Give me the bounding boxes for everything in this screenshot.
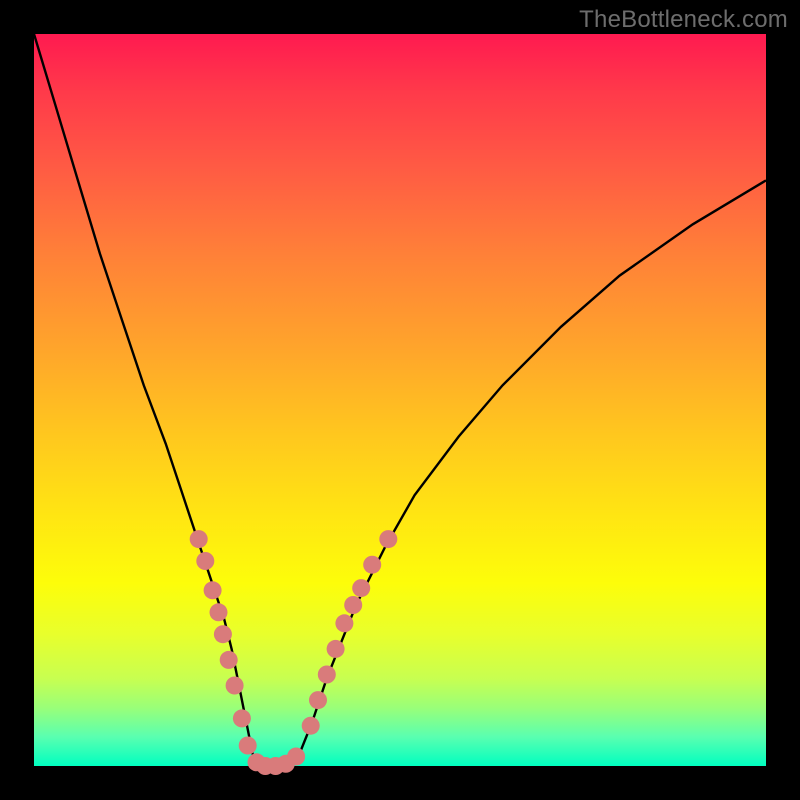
- marker-point: [210, 603, 228, 621]
- marker-point: [379, 530, 397, 548]
- marker-point: [335, 614, 353, 632]
- bottleneck-curve: [34, 34, 766, 766]
- marker-point: [204, 581, 222, 599]
- marker-point: [302, 717, 320, 735]
- marker-point: [239, 737, 257, 755]
- marker-point: [287, 748, 305, 766]
- marker-point: [226, 677, 244, 695]
- marker-point: [190, 530, 208, 548]
- marker-point: [233, 709, 251, 727]
- marker-point: [352, 579, 370, 597]
- marker-group: [190, 530, 398, 775]
- marker-point: [220, 651, 238, 669]
- curve-layer: [34, 34, 766, 766]
- marker-point: [344, 596, 362, 614]
- marker-point: [363, 556, 381, 574]
- marker-point: [318, 666, 336, 684]
- outer-frame: TheBottleneck.com: [0, 0, 800, 800]
- watermark-label: TheBottleneck.com: [579, 6, 788, 34]
- marker-point: [196, 552, 214, 570]
- marker-point: [327, 640, 345, 658]
- marker-point: [309, 691, 327, 709]
- marker-point: [214, 625, 232, 643]
